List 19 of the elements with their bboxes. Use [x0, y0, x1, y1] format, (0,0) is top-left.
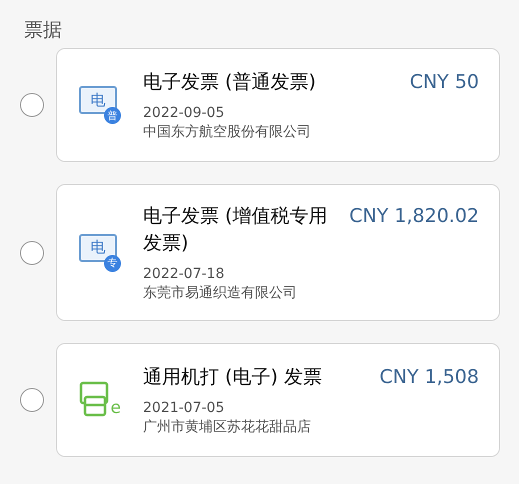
section-title: 票据: [23, 18, 63, 43]
radio-button[interactable]: [20, 388, 44, 412]
seller-name: 东莞市易通织造有限公司: [143, 284, 298, 302]
radio-button[interactable]: [20, 93, 44, 117]
invoice-date: 2022-07-18: [143, 264, 226, 284]
invoice-date: 2022-09-05: [143, 104, 226, 122]
seller-name: 中国东方航空股份有限公司: [143, 122, 312, 142]
invoice-amount: CNY 1,820.02: [349, 204, 479, 228]
printer-icon: [79, 381, 109, 417]
radio-button[interactable]: [20, 240, 44, 264]
invoice-amount: CNY 50: [410, 70, 479, 94]
invoice-card[interactable]: e 通用机打 (电子) 发票 CNY 1,508 2021-07-05 广州市黄埔区苏花花甜品店: [56, 343, 500, 457]
invoice-title: 电子发票 (普通发票): [143, 70, 317, 94]
invoice-amount: CNY 1,508: [379, 364, 479, 390]
invoice-date: 2021-07-05: [143, 398, 226, 418]
invoice-title: 通用机打 (电子) 发票: [143, 364, 323, 390]
invoice-title: 电子发票 (增值税专用发票): [143, 204, 328, 256]
seller-name: 广州市黄埔区苏花花甜品店: [143, 418, 312, 436]
e-letter: e: [110, 400, 121, 417]
